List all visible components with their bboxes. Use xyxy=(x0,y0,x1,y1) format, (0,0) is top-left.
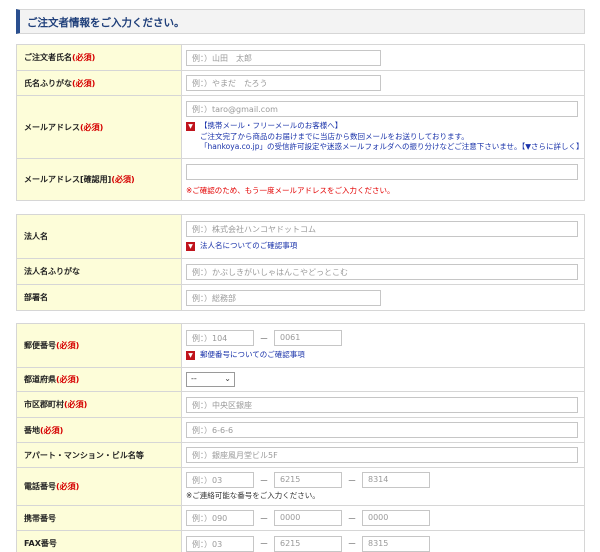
row-corp-kana: 法人名ふりがな 例：）かぶしきがいしゃはんこやどっとこむ xyxy=(16,258,585,285)
row-street: 番地(必須) 例：）6-6-6 xyxy=(16,417,585,443)
label-city: 市区郡町村(必須) xyxy=(16,391,182,418)
zip1-input[interactable]: 例：）104 xyxy=(186,330,254,347)
orderer-table: ご注文者氏名(必須) 例：）山田 太郎 氏名ふりがな(必須) 例：）やまだ たろ… xyxy=(16,44,585,201)
row-email-confirm: メールアドレス[確認用](必須) ※ご確認のため、もう一度メールアドレスをご入力… xyxy=(16,158,585,201)
street-input[interactable]: 例：）6-6-6 xyxy=(186,422,578,438)
tel1-input[interactable]: 例：）03 xyxy=(186,472,254,488)
name-input[interactable]: 例：）山田 太郎 xyxy=(186,49,381,66)
row-kana: 氏名ふりがな(必須) 例：）やまだ たろう xyxy=(16,70,585,96)
dept-input[interactable]: 例：）総務部 xyxy=(186,289,381,306)
corp-input[interactable]: 例：）株式会社ハンコヤドットコム xyxy=(186,221,578,238)
row-pref: 都道府県(必須) -- ⌄ xyxy=(16,367,585,392)
row-name: ご注文者氏名(必須) 例：）山田 太郎 xyxy=(16,44,585,71)
row-tel: 電話番号(必須) 例：）03 － 6215 － 8314 ※ご連絡可能な番号をご入力くだ… xyxy=(16,467,585,506)
kana-input[interactable]: 例：）やまだ たろう xyxy=(186,75,381,91)
triangle-down-icon: ▼ xyxy=(186,122,195,132)
row-dept: 部署名 例：）総務部 xyxy=(16,284,585,311)
row-building: アパート・マンション・ビル名等 例：）銀座風月堂ビル5F xyxy=(16,442,585,468)
address-table: 郵便番号(必須) 例：）104 － 0061 ▼ 郵便番号についてのご確認事項 都道府… xyxy=(16,323,585,552)
label-email-confirm: メールアドレス[確認用](必須) xyxy=(16,158,182,201)
mobile2-input[interactable]: 0000 xyxy=(274,510,342,526)
fax2-input[interactable]: 6215 xyxy=(274,535,342,552)
section-header: ご注文者情報をご入力ください。 xyxy=(16,9,585,34)
page-title: ご注文者情報をご入力ください。 xyxy=(27,17,185,29)
label-zip: 郵便番号(必須) xyxy=(16,323,182,368)
label-corp-kana: 法人名ふりがな xyxy=(16,258,182,285)
mobile1-input[interactable]: 例：）090 xyxy=(186,510,254,526)
row-mobile: 携帯番号 例：）090 － 0000 － 0000 xyxy=(16,505,585,531)
company-table: 法人名 例：）株式会社ハンコヤドットコム ▼ 法人名についてのご確認事項 法人名ふ… xyxy=(16,214,585,311)
row-zip: 郵便番号(必須) 例：）104 － 0061 ▼ 郵便番号についてのご確認事項 xyxy=(16,323,585,368)
tel2-input[interactable]: 6215 xyxy=(274,472,342,488)
triangle-down-icon: ▼ xyxy=(186,242,195,252)
row-email: メールアドレス(必須) 例：）taro@gmail.com ▼ 【携帯メール・フリ… xyxy=(16,95,585,159)
label-pref: 都道府県(必須) xyxy=(16,367,182,392)
mobile3-input[interactable]: 0000 xyxy=(362,510,430,526)
fax1-input[interactable]: 例：）03 xyxy=(186,535,254,552)
email-confirm-warning: ※ご確認のため、もう一度メールアドレスをご入力ください。 xyxy=(186,185,395,195)
triangle-down-icon: ▼ xyxy=(186,351,195,361)
tel-note: ※ご連絡可能な番号をご入力ください。 xyxy=(186,491,320,500)
label-tel: 電話番号(必須) xyxy=(16,467,182,506)
label-street: 番地(必須) xyxy=(16,417,182,443)
email-confirm-input[interactable] xyxy=(186,163,578,180)
fax3-input[interactable]: 8315 xyxy=(362,535,430,552)
pref-select[interactable]: -- ⌄ xyxy=(186,372,235,387)
city-input[interactable]: 例：）中央区銀座 xyxy=(186,396,578,413)
email-input[interactable]: 例：）taro@gmail.com xyxy=(186,101,578,118)
label-fax: FAX番号 xyxy=(16,530,182,552)
row-fax: FAX番号 例：）03 － 6215 － 8315 xyxy=(16,530,585,552)
corp-kana-input[interactable]: 例：）かぶしきがいしゃはんこやどっとこむ xyxy=(186,263,578,280)
zip-note[interactable]: ▼ 郵便番号についてのご確認事項 xyxy=(186,350,584,361)
label-building: アパート・マンション・ビル名等 xyxy=(16,442,182,468)
label-kana: 氏名ふりがな(必須) xyxy=(16,70,182,96)
row-city: 市区郡町村(必須) 例：）中央区銀座 xyxy=(16,391,585,418)
email-note: ▼ 【携帯メール・フリーメールのお客様へ】 ご注文完了から商品のお届けまでに当店か… xyxy=(186,121,584,153)
row-corp: 法人名 例：）株式会社ハンコヤドットコム ▼ 法人名についてのご確認事項 xyxy=(16,214,585,259)
label-name: ご注文者氏名(必須) xyxy=(16,44,182,71)
tel3-input[interactable]: 8314 xyxy=(362,472,430,488)
chevron-down-icon: ⌄ xyxy=(224,374,231,383)
email-note-link[interactable]: 「hankoya.co.jp」の受信許可設定や迷惑メールフォルダへの振り分けなど… xyxy=(186,142,584,153)
label-email: メールアドレス(必須) xyxy=(16,95,182,159)
label-corp: 法人名 xyxy=(16,214,182,259)
label-mobile: 携帯番号 xyxy=(16,505,182,531)
label-dept: 部署名 xyxy=(16,284,182,311)
corp-note[interactable]: ▼ 法人名についてのご確認事項 xyxy=(186,241,584,252)
building-input[interactable]: 例：）銀座風月堂ビル5F xyxy=(186,447,578,463)
zip2-input[interactable]: 0061 xyxy=(274,330,342,347)
